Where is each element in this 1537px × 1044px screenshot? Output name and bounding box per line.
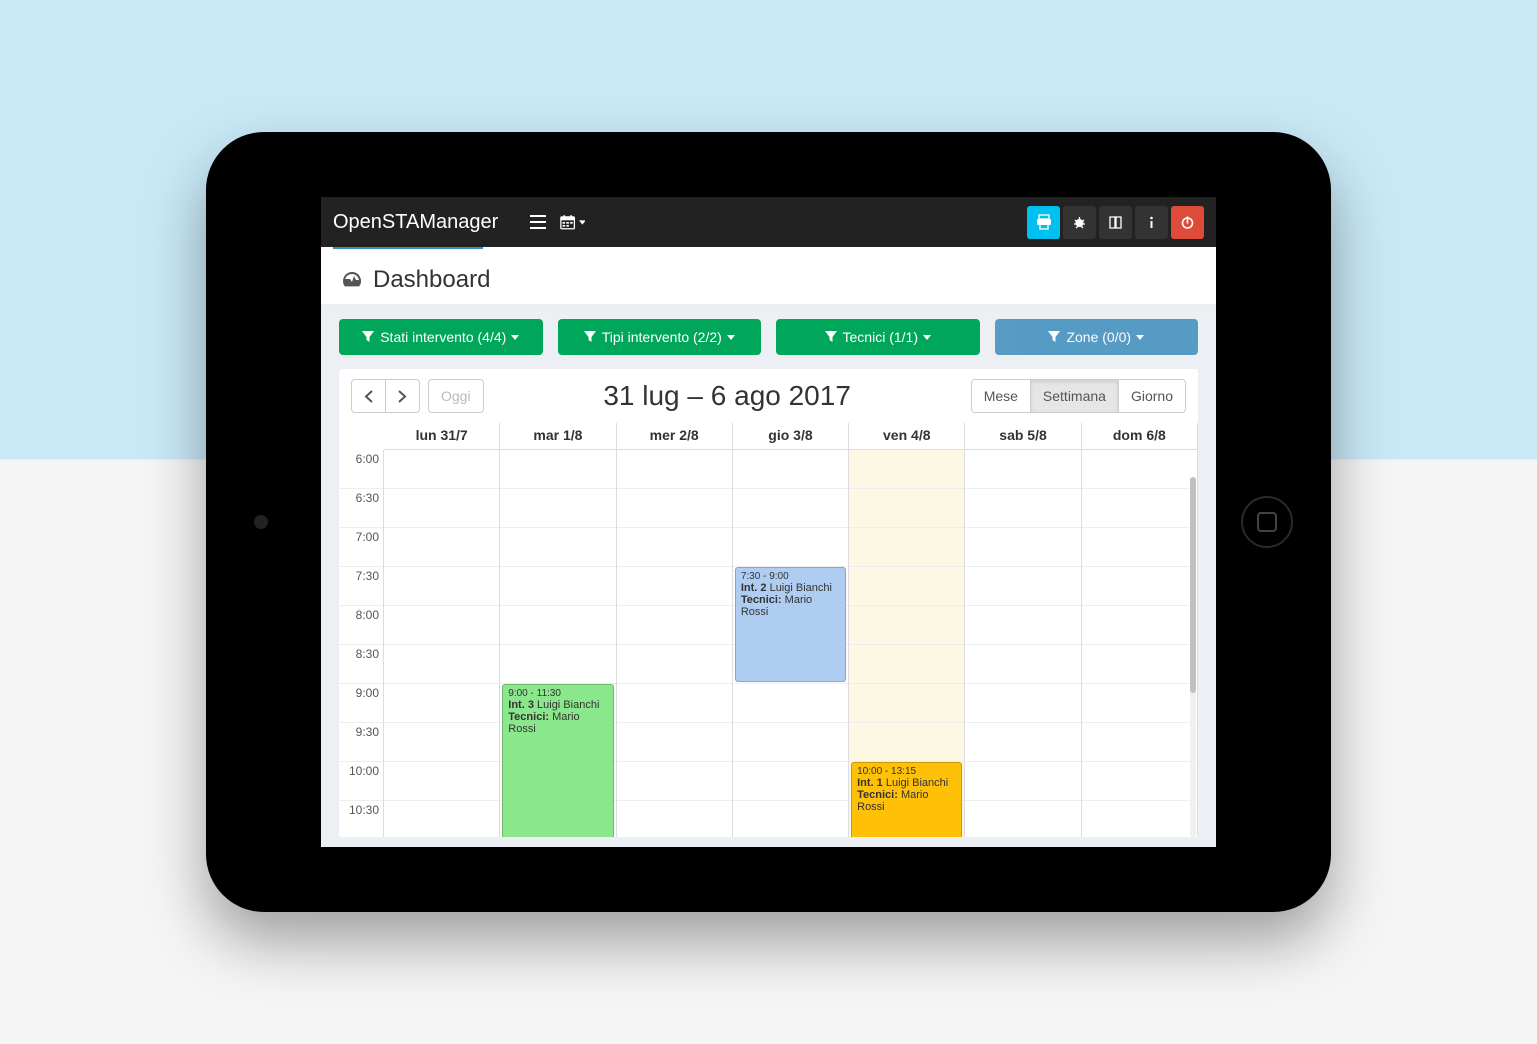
filter-bar: Stati intervento (4/4) Tipi intervento (2… (321, 305, 1216, 369)
day-header-1: mar 1/8 (500, 423, 616, 449)
prev-button[interactable] (351, 379, 386, 413)
day-header-5: sab 5/8 (965, 423, 1081, 449)
next-button[interactable] (386, 379, 420, 413)
view-week[interactable]: Settimana (1031, 379, 1119, 413)
day-col-2[interactable] (617, 450, 733, 837)
time-label: 10:30 (339, 801, 383, 837)
book-button[interactable] (1099, 206, 1132, 239)
view-switcher: Mese Settimana Giorno (971, 379, 1186, 413)
bug-button[interactable] (1063, 206, 1096, 239)
day-col-6[interactable] (1082, 450, 1198, 837)
day-col-0[interactable] (384, 450, 500, 837)
time-label: 10:00 (339, 762, 383, 801)
print-button[interactable] (1027, 206, 1060, 239)
top-navbar: OpenSTAManager (321, 197, 1216, 247)
time-axis: 6:006:307:007:308:008:309:009:3010:0010:… (339, 450, 384, 837)
day-headers: lun 31/7mar 1/8mer 2/8gio 3/8ven 4/8sab … (384, 423, 1198, 450)
day-header-2: mer 2/8 (617, 423, 733, 449)
time-label: 9:00 (339, 684, 383, 723)
day-col-4[interactable]: 10:00 - 13:15 Int. 1 Luigi Bianchi Tecni… (849, 450, 965, 837)
filter-1[interactable]: Tipi intervento (2/2) (558, 319, 762, 355)
day-col-5[interactable] (965, 450, 1081, 837)
day-columns: 9:00 - 11:30 Int. 3 Luigi Bianchi Tecnic… (384, 450, 1198, 837)
calendar-dropdown[interactable] (560, 213, 588, 231)
time-label: 6:30 (339, 489, 383, 528)
tablet-home-button[interactable] (1241, 496, 1293, 548)
time-label: 8:00 (339, 606, 383, 645)
day-header-6: dom 6/8 (1082, 423, 1198, 449)
time-label: 9:30 (339, 723, 383, 762)
day-header-0: lun 31/7 (384, 423, 500, 449)
date-range: 31 lug – 6 ago 2017 (484, 380, 971, 412)
day-col-1[interactable]: 9:00 - 11:30 Int. 3 Luigi Bianchi Tecnic… (500, 450, 616, 837)
view-month[interactable]: Mese (971, 379, 1031, 413)
today-button[interactable]: Oggi (428, 379, 484, 413)
time-label: 6:00 (339, 450, 383, 489)
calendar-toolbar: Oggi 31 lug – 6 ago 2017 Mese Settimana … (339, 369, 1198, 423)
filter-2[interactable]: Tecnici (1/1) (776, 319, 980, 355)
calendar-grid[interactable]: 6:006:307:007:308:008:309:009:3010:0010:… (339, 450, 1198, 837)
calendar-event[interactable]: 7:30 - 9:00 Int. 2 Luigi Bianchi Tecnici… (735, 567, 846, 682)
filter-3[interactable]: Zone (0/0) (995, 319, 1199, 355)
tablet-frame: OpenSTAManager (206, 132, 1331, 912)
app-screen: OpenSTAManager (321, 197, 1216, 847)
day-header-4: ven 4/8 (849, 423, 965, 449)
time-label: 7:30 (339, 567, 383, 606)
calendar-event[interactable]: 10:00 - 13:15 Int. 1 Luigi Bianchi Tecni… (851, 762, 962, 837)
power-button[interactable] (1171, 206, 1204, 239)
scrollbar[interactable] (1190, 477, 1196, 837)
scrollbar-thumb[interactable] (1190, 477, 1196, 693)
app-brand: OpenSTAManager (333, 211, 498, 234)
filter-0[interactable]: Stati intervento (4/4) (339, 319, 543, 355)
info-button[interactable] (1135, 206, 1168, 239)
nav-buttons (351, 379, 420, 413)
time-label: 7:00 (339, 528, 383, 567)
calendar: Oggi 31 lug – 6 ago 2017 Mese Settimana … (339, 369, 1198, 837)
view-day[interactable]: Giorno (1119, 379, 1186, 413)
day-header-3: gio 3/8 (733, 423, 849, 449)
dashboard-icon (341, 269, 363, 291)
page-header: Dashboard (321, 251, 1216, 305)
content-area: Dashboard Stati intervento (4/4) Tipi int… (321, 247, 1216, 847)
tab-indicator (321, 247, 1216, 251)
calendar-event[interactable]: 9:00 - 11:30 Int. 3 Luigi Bianchi Tecnic… (502, 684, 613, 837)
time-label: 8:30 (339, 645, 383, 684)
hamburger-icon[interactable] (524, 215, 552, 229)
page-title: Dashboard (373, 266, 490, 294)
day-col-3[interactable]: 7:30 - 9:00 Int. 2 Luigi Bianchi Tecnici… (733, 450, 849, 837)
